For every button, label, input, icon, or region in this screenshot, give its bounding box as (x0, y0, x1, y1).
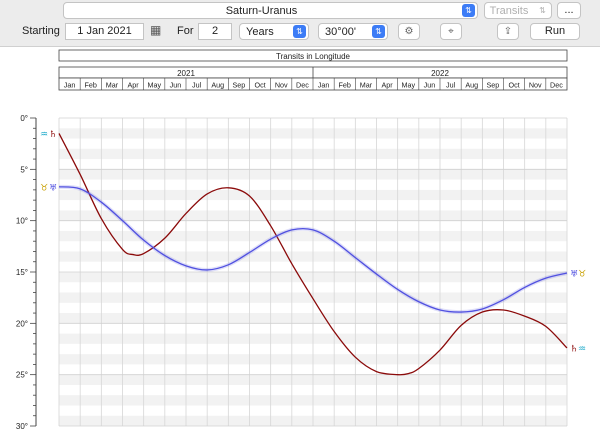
month-label: Jan (318, 81, 330, 90)
month-label: Jul (192, 81, 202, 90)
month-label: Aug (211, 81, 224, 90)
month-label: Jun (170, 81, 182, 90)
month-label: Mar (360, 81, 373, 90)
mode-select-stepper-icon: ⇅ (539, 6, 546, 15)
month-label: Dec (296, 81, 309, 90)
month-label: Sep (233, 81, 246, 90)
month-label: Aug (465, 81, 478, 90)
month-label: Jan (64, 81, 76, 90)
start-date-field[interactable]: 1 Jan 2021 (65, 23, 144, 40)
y-tick-label: 10° (16, 217, 28, 226)
for-label: For (177, 25, 194, 37)
run-button[interactable]: Run (530, 23, 580, 40)
chart-header: Transits in Longitude 2021 2022 Jan Feb Mar Ap… (58, 49, 568, 91)
y-tick-label: 15° (16, 268, 28, 277)
gear-icon[interactable]: ⚙ (398, 23, 420, 40)
orb-value: 30°00' (325, 26, 356, 38)
y-tick-label: 5° (20, 165, 28, 174)
y-axis: 0° 5° 10° 15° 20° 25° 30° (16, 114, 37, 431)
month-label: Jul (446, 81, 456, 90)
orb-stepper-icon: ⇅ (372, 25, 385, 38)
y-tick-label: 30° (16, 422, 28, 431)
mode-select[interactable]: Transits ⇅ (484, 2, 552, 19)
duration-unit-stepper-icon: ⇅ (293, 25, 306, 38)
month-label: Oct (254, 81, 265, 90)
duration-field[interactable]: 2 (198, 23, 232, 40)
series-planet-glyph: ♅ (49, 183, 57, 193)
month-label: Nov (529, 81, 542, 90)
series-sign-glyph: ♉ (578, 270, 586, 280)
orb-select[interactable]: 30°00' ⇅ (318, 23, 388, 40)
duration-unit-value: Years (246, 26, 274, 38)
month-label: Oct (508, 81, 519, 90)
calendar-icon[interactable]: ▦ (150, 24, 164, 37)
month-label: Feb (339, 81, 351, 90)
month-label: May (147, 81, 161, 90)
more-button[interactable]: ... (557, 2, 581, 19)
month-label: Jun (424, 81, 436, 90)
month-label: Apr (381, 81, 393, 90)
transit-chart: Transits in Longitude 2021 2022 Jan Feb Mar Ap… (16, 49, 586, 431)
series-planet-glyph: ♅ (570, 270, 578, 280)
year-label: 2021 (177, 69, 195, 78)
chart-select-stepper-icon: ⇅ (462, 4, 475, 17)
mode-select-value: Transits (489, 5, 529, 17)
month-label: Dec (550, 81, 563, 90)
series-planet-glyph: ♄ (570, 344, 578, 354)
month-label: Nov (275, 81, 288, 90)
chart-select[interactable]: Saturn-Uranus ⇅ (63, 2, 478, 19)
toolbar: Saturn-Uranus ⇅ Transits ⇅ ... Starting … (0, 0, 600, 47)
y-tick-label: 20° (16, 319, 28, 328)
month-label: May (401, 81, 415, 90)
month-label: Feb (85, 81, 97, 90)
month-label: Sep (487, 81, 500, 90)
series-sign-glyph: ♒ (40, 130, 48, 140)
location-pin-icon[interactable]: ⌖ (440, 23, 462, 40)
starting-label: Starting (22, 25, 60, 37)
y-tick-label: 0° (20, 114, 28, 123)
month-label: Apr (127, 81, 139, 90)
share-icon[interactable]: ⇪ (497, 23, 519, 40)
series-sign-glyph: ♉ (40, 183, 48, 193)
chart-title: Transits in Longitude (276, 52, 351, 61)
series-planet-glyph: ♄ (49, 130, 57, 140)
year-label: 2022 (431, 69, 449, 78)
month-label: Mar (106, 81, 119, 90)
y-tick-label: 25° (16, 371, 28, 380)
chart-select-value: Saturn-Uranus (225, 5, 298, 17)
series-sign-glyph: ♒ (578, 344, 586, 354)
duration-unit-select[interactable]: Years ⇅ (239, 23, 309, 40)
